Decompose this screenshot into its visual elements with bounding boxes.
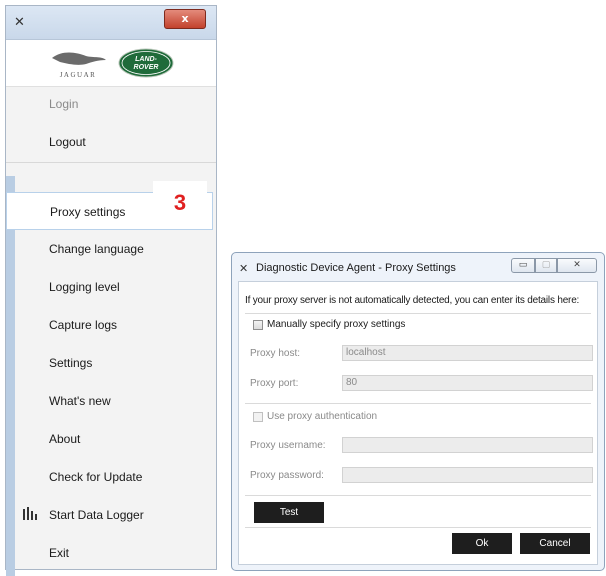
menu-item-label: Logout — [49, 135, 86, 149]
close-icon: ✕ — [573, 260, 581, 270]
menu-item-label: What's new — [49, 394, 111, 408]
proxy-username-label: Proxy username: — [250, 440, 326, 451]
menu-item-label: Capture logs — [49, 318, 118, 332]
menu-item-label: Login — [49, 97, 79, 111]
proxy-host-value: localhost — [346, 347, 386, 358]
menu-item-check-for-update[interactable]: Check for Update — [6, 458, 216, 496]
cancel-button[interactable]: Cancel — [520, 533, 590, 554]
menu-item-about[interactable]: About — [6, 420, 216, 458]
divider — [245, 403, 591, 404]
intro-text: If your proxy server is not automaticall… — [245, 295, 580, 306]
divider — [245, 313, 591, 314]
proxy-username-input[interactable] — [342, 437, 593, 453]
menu-item-label: Proxy settings — [50, 205, 126, 219]
manual-proxy-label: Manually specify proxy settings — [267, 319, 406, 330]
menu-item-logout[interactable]: Logout — [6, 123, 216, 163]
menu-titlebar: ✕ x — [6, 6, 216, 40]
minimize-icon: ▭ — [518, 260, 528, 270]
proxy-port-value: 80 — [346, 377, 358, 388]
step-number-badge: 3 — [153, 181, 207, 225]
proxy-settings-dialog: ✕ Diagnostic Device Agent - Proxy Settin… — [231, 252, 605, 571]
test-button[interactable]: Test — [254, 502, 324, 523]
menu-item-logging-level[interactable]: Logging level — [6, 268, 216, 306]
menu-item-label: Change language — [49, 242, 144, 256]
tray-menu-window: ✕ x JAGUAR LAND- ROVER Login Logout Prox… — [5, 5, 217, 576]
proxy-password-input[interactable] — [342, 467, 593, 483]
menu-item-login[interactable]: Login — [6, 85, 216, 123]
app-logo-icon: ✕ — [239, 262, 249, 275]
close-button[interactable]: ✕ — [557, 258, 597, 273]
menu-item-label: Exit — [49, 546, 70, 560]
land-rover-wordmark-1: LAND- — [135, 56, 157, 63]
menu-item-change-language[interactable]: Change language — [6, 230, 216, 268]
maximize-icon: ▢ — [541, 260, 551, 270]
minimize-button[interactable]: ▭ — [511, 258, 535, 273]
proxy-host-input[interactable]: localhost — [342, 345, 593, 361]
divider — [245, 527, 591, 528]
menu-item-capture-logs[interactable]: Capture logs — [6, 306, 216, 344]
ok-button[interactable]: Ok — [452, 533, 512, 554]
dialog-body: If your proxy server is not automaticall… — [238, 281, 598, 565]
dialog-titlebar[interactable]: ✕ Diagnostic Device Agent - Proxy Settin… — [232, 253, 604, 281]
land-rover-wordmark-2: ROVER — [134, 64, 159, 71]
menu-item-label: Check for Update — [49, 470, 143, 484]
proxy-password-label: Proxy password: — [250, 470, 324, 481]
jaguar-wordmark: JAGUAR — [60, 71, 97, 79]
use-proxy-auth-checkbox[interactable] — [253, 412, 263, 422]
proxy-port-label: Proxy port: — [250, 378, 299, 389]
jaguar-logo: JAGUAR — [52, 52, 106, 79]
divider — [245, 495, 591, 496]
land-rover-logo: LAND- ROVER — [118, 48, 174, 78]
app-logo-icon: ✕ — [14, 15, 25, 30]
menu-item-label: Logging level — [49, 280, 120, 294]
proxy-host-label: Proxy host: — [250, 348, 301, 359]
menu-item-start-data-logger[interactable]: Start Data Logger — [6, 496, 216, 534]
menu-item-label: Settings — [49, 356, 93, 370]
proxy-port-input[interactable]: 80 — [342, 375, 593, 391]
use-proxy-auth-label: Use proxy authentication — [267, 411, 378, 422]
close-button[interactable]: x — [164, 9, 206, 29]
close-icon: x — [181, 12, 189, 25]
menu-item-exit[interactable]: Exit — [6, 534, 216, 572]
menu-item-label: Start Data Logger — [49, 508, 144, 522]
manual-proxy-checkbox[interactable] — [253, 320, 263, 330]
menu-item-whats-new[interactable]: What's new — [6, 382, 216, 420]
maximize-button[interactable]: ▢ — [535, 258, 557, 273]
brand-logos: JAGUAR LAND- ROVER — [6, 40, 216, 87]
menu-item-settings[interactable]: Settings — [6, 344, 216, 382]
dialog-title: Diagnostic Device Agent - Proxy Settings — [256, 262, 456, 274]
bar-chart-icon — [23, 507, 37, 520]
menu-item-label: About — [49, 432, 81, 446]
